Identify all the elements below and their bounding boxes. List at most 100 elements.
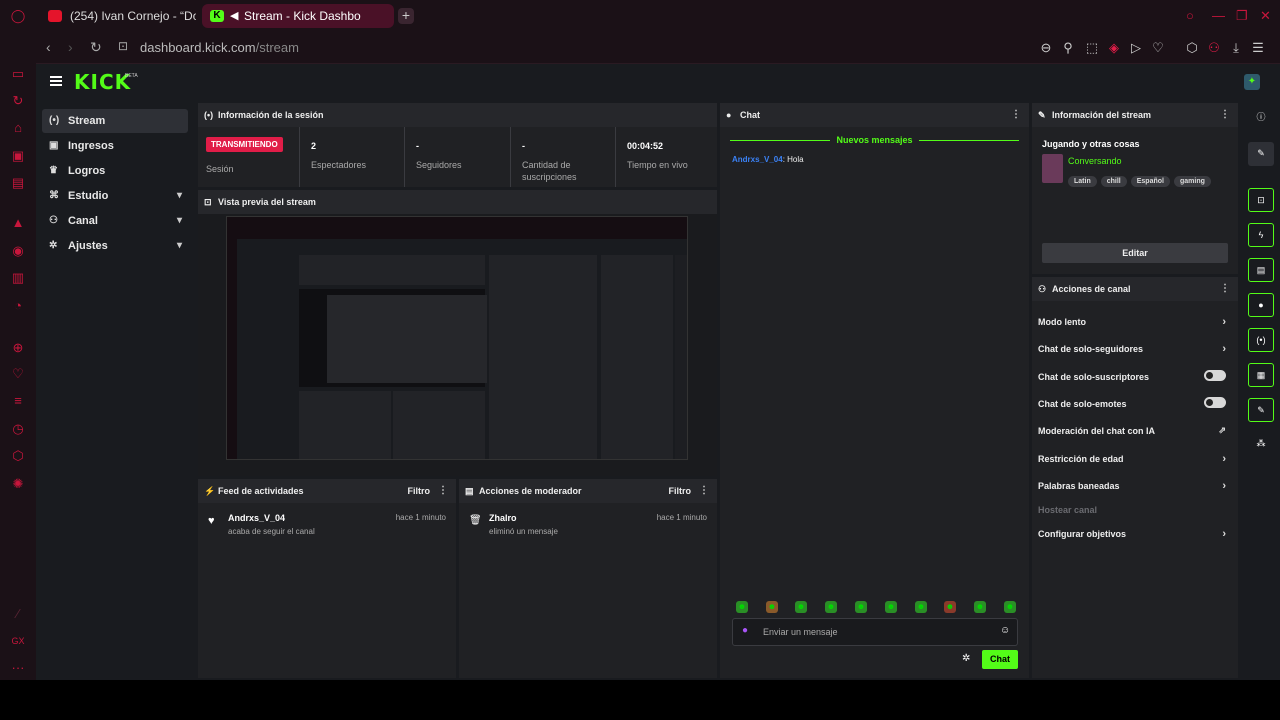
stat-subscriptions: - Cantidad de suscripciones [512, 127, 616, 187]
tab-label: (254) Ivan Cornejo - “Don [70, 9, 196, 23]
action-age-restriction[interactable]: Restricción de edad › [1038, 453, 1228, 465]
download-icon[interactable]: ⤓ [1228, 40, 1244, 56]
tab-kick-dashboard[interactable]: K ◀ Stream - Kick Dashbo [202, 4, 394, 28]
more-options-icon[interactable]: ⋮ [699, 479, 709, 503]
more-options-icon[interactable]: ⋮ [438, 479, 448, 503]
emote-icon[interactable]: ☻ [736, 601, 748, 613]
menu-icon[interactable]: ☰ [1250, 40, 1266, 56]
edit-icon[interactable]: ✎ [1248, 142, 1274, 166]
favorite-icon[interactable]: ♡ [1150, 40, 1166, 56]
sidebar-item-canal[interactable]: ⚇ Canal ▾ [42, 209, 188, 233]
gamepad-icon[interactable]: ▭ [10, 66, 26, 82]
wrench-icon[interactable]: ✎ [1248, 398, 1274, 422]
more-options-icon[interactable]: ⋮ [1220, 103, 1230, 127]
chat-settings-icon[interactable]: ✲ [962, 653, 970, 664]
emote-icon[interactable]: ☻ [1004, 601, 1016, 613]
gx-icon[interactable]: GX [10, 633, 26, 649]
url-field[interactable]: dashboard.kick.com/stream [140, 40, 299, 55]
news-icon[interactable]: ▤ [10, 175, 26, 191]
action-subscribers-only: Chat de solo-suscriptores [1038, 370, 1228, 382]
extensions-puzzle-icon[interactable]: ⬡ [1184, 40, 1200, 56]
minimize-icon[interactable]: — [1212, 8, 1225, 23]
activity-user[interactable]: Andrxs_V_04 [228, 513, 285, 523]
history-icon[interactable]: ◷ [10, 421, 26, 437]
action-banned-words[interactable]: Palabras baneadas › [1038, 480, 1228, 492]
layout-icon[interactable]: ▦ [1248, 363, 1274, 387]
reload-icon[interactable]: ↻ [90, 39, 102, 56]
microphone-icon[interactable]: ● [742, 625, 748, 636]
back-icon[interactable]: ‹ [46, 39, 51, 55]
emote-icon[interactable]: ☻ [855, 601, 867, 613]
action-followers-only[interactable]: Chat de solo-seguidores › [1038, 343, 1228, 355]
emoji-icon[interactable]: ☺ [1000, 625, 1010, 636]
apps-icon[interactable]: ⁂ [1248, 432, 1274, 456]
close-icon[interactable]: ✕ [1260, 8, 1271, 24]
send-icon[interactable]: ▷ [1128, 40, 1144, 56]
mod-action-user[interactable]: Zhalro [489, 513, 517, 523]
profile-icon[interactable]: ⚇ [1206, 40, 1222, 56]
new-tab-button[interactable]: + [398, 8, 414, 24]
clip-icon[interactable]: ⊡ [1248, 188, 1274, 212]
broadcast-icon[interactable]: (•) [1248, 328, 1274, 352]
settings-icon[interactable]: ✺ [10, 476, 26, 492]
restore-icon[interactable]: ❐ [1236, 8, 1248, 24]
extensions-icon[interactable]: ⬡ [10, 448, 26, 464]
video-icon[interactable]: ▣ [10, 148, 26, 164]
filter-button[interactable]: Filtro [408, 479, 431, 503]
chat-username[interactable]: Andrxs_V_04 [732, 155, 783, 164]
action-ai-moderation[interactable]: Moderación del chat con IA ⇗ [1038, 425, 1228, 436]
snapshot-icon[interactable]: ⬚ [1084, 40, 1100, 56]
zoom-icon[interactable]: ⊖ [1038, 40, 1054, 56]
pin-icon[interactable]: ⚲ [1060, 40, 1076, 56]
edit-button[interactable]: Editar [1042, 243, 1228, 263]
subscribers-only-toggle[interactable] [1204, 370, 1226, 381]
emote-icon[interactable]: ☻ [944, 601, 956, 613]
chat-bubble-icon[interactable]: ● [1248, 293, 1274, 317]
kick-logo[interactable]: KICK [74, 70, 131, 94]
sidebar-item-stream[interactable]: (•) Stream [42, 109, 188, 133]
lightning-icon[interactable]: ϟ [1248, 223, 1274, 247]
action-configure-goals[interactable]: Configurar objetivos › [1038, 528, 1228, 540]
more-options-icon[interactable]: ⋮ [1011, 103, 1021, 127]
avatar[interactable]: ✦ [1244, 74, 1260, 90]
emote-icon[interactable]: ☻ [974, 601, 986, 613]
forward-icon[interactable]: › [68, 39, 73, 55]
opera-logo-icon[interactable]: ◯ [10, 8, 26, 24]
emote-icon[interactable]: ☻ [885, 601, 897, 613]
sidebar-item-estudio[interactable]: ⌘ Estudio ▾ [42, 184, 188, 208]
refresh-circle-icon[interactable]: ↻ [10, 93, 26, 109]
action-slow-mode[interactable]: Modo lento › [1038, 316, 1228, 328]
arc-icon[interactable]: ▲ [10, 215, 26, 231]
whatsapp-icon[interactable]: ◔ [10, 298, 26, 314]
emote-icon[interactable]: ☻ [795, 601, 807, 613]
top-bar: KICK BETA ✦ [36, 64, 1280, 102]
stack-icon[interactable]: ≡ [10, 393, 26, 409]
emote-icon[interactable]: ☻ [825, 601, 837, 613]
more-icon[interactable]: ··· [10, 660, 26, 676]
stream-preview-video[interactable] [226, 216, 688, 460]
search-tabs-icon[interactable]: ○ [1186, 8, 1194, 23]
emote-icon[interactable]: ☻ [915, 601, 927, 613]
category-name[interactable]: Conversando [1068, 156, 1122, 166]
discord-icon[interactable]: ◉ [10, 243, 26, 259]
twitch-icon[interactable]: ▥ [10, 270, 26, 286]
filter-button[interactable]: Filtro [669, 479, 692, 503]
more-options-icon[interactable]: ⋮ [1220, 277, 1230, 301]
emotes-only-toggle[interactable] [1204, 397, 1226, 408]
chat-input[interactable]: Enviar un mensaje [732, 618, 1018, 646]
heart-icon[interactable]: ♡ [10, 366, 26, 382]
panel-title: Información del stream [1052, 110, 1152, 120]
sidebar-item-ajustes[interactable]: ✲ Ajustes ▾ [42, 234, 188, 258]
send-chat-button[interactable]: Chat [982, 650, 1018, 669]
info-icon[interactable]: ⓘ [1248, 106, 1274, 130]
add-icon[interactable]: ⊕ [10, 340, 26, 356]
tab-youtube[interactable]: (254) Ivan Cornejo - “Don [40, 4, 196, 28]
hamburger-menu-icon[interactable] [50, 76, 62, 86]
notes-icon[interactable]: ▤ [1248, 258, 1274, 282]
sidebar-item-ingresos[interactable]: ▣ Ingresos [42, 134, 188, 158]
sidebar-item-logros[interactable]: ♛ Logros [42, 159, 188, 183]
bag-icon[interactable]: ⌂ [10, 120, 26, 136]
emote-icon[interactable]: ☻ [766, 601, 778, 613]
shield-icon[interactable]: ◈ [1106, 40, 1122, 56]
stream-preview-panel: ⊡ Vista previa del stream [198, 190, 717, 476]
